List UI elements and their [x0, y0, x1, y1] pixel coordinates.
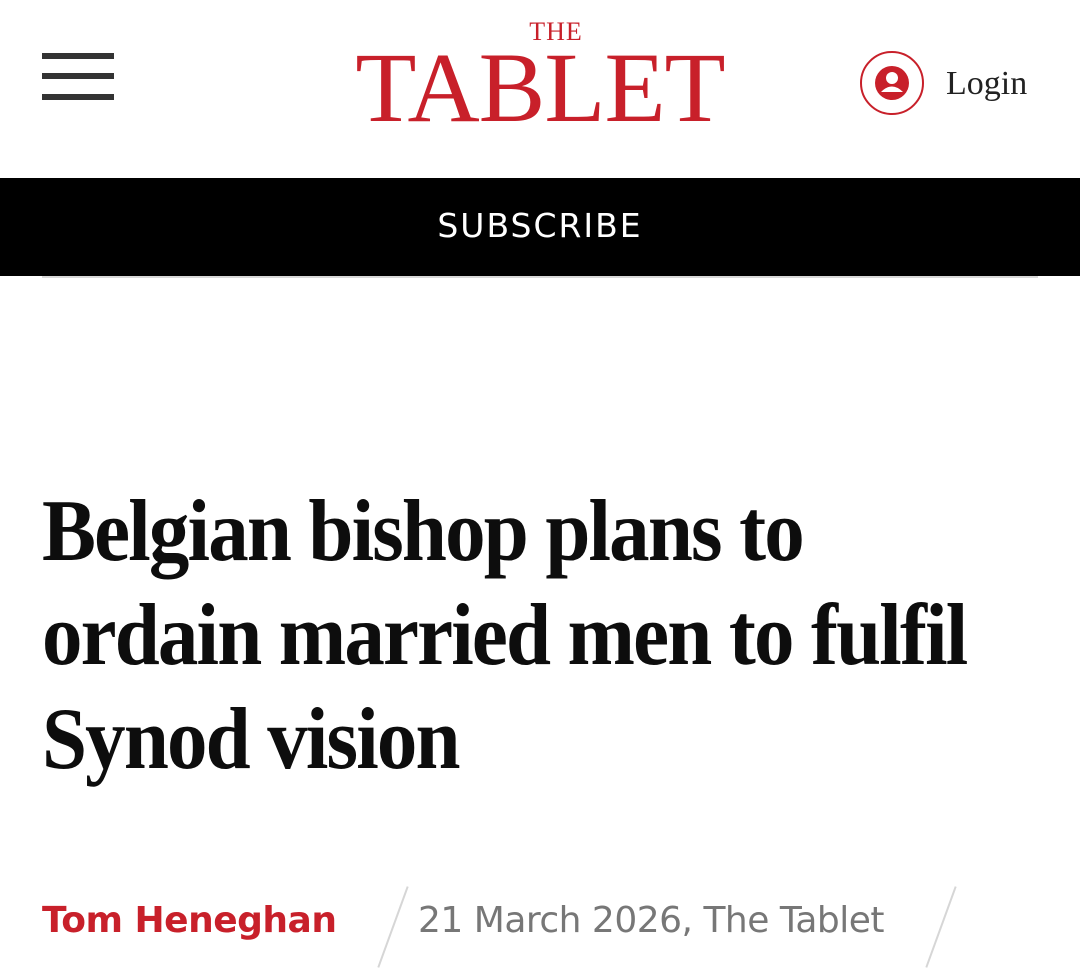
- subscribe-button[interactable]: SUBSCRIBE: [0, 178, 1080, 276]
- article-dateline: 21 March 2026, The Tablet: [418, 900, 885, 941]
- author-link[interactable]: Tom Heneghan: [42, 898, 337, 944]
- article-byline: Tom Heneghan 21 March 2026, The Tablet: [42, 880, 1042, 970]
- subscribe-label: SUBSCRIBE: [437, 206, 643, 245]
- hamburger-menu-icon[interactable]: [42, 53, 114, 101]
- menu-bar: [42, 53, 114, 59]
- logo-tablet: TABLET: [355, 32, 725, 143]
- article-headline: Belgian bishop plans to ordain married m…: [42, 483, 968, 788]
- site-logo[interactable]: THE TABLET: [340, 16, 740, 143]
- site-header: THE TABLET Login: [0, 0, 1080, 178]
- login-label: Login: [946, 65, 1028, 102]
- header-divider: [42, 276, 1038, 278]
- menu-bar: [42, 73, 114, 79]
- user-icon: [860, 51, 924, 115]
- user-icon-graphic: [875, 66, 909, 100]
- byline-separator: [377, 886, 409, 968]
- menu-bar: [42, 94, 114, 100]
- byline-separator: [925, 886, 957, 968]
- login-button[interactable]: Login: [858, 50, 1048, 122]
